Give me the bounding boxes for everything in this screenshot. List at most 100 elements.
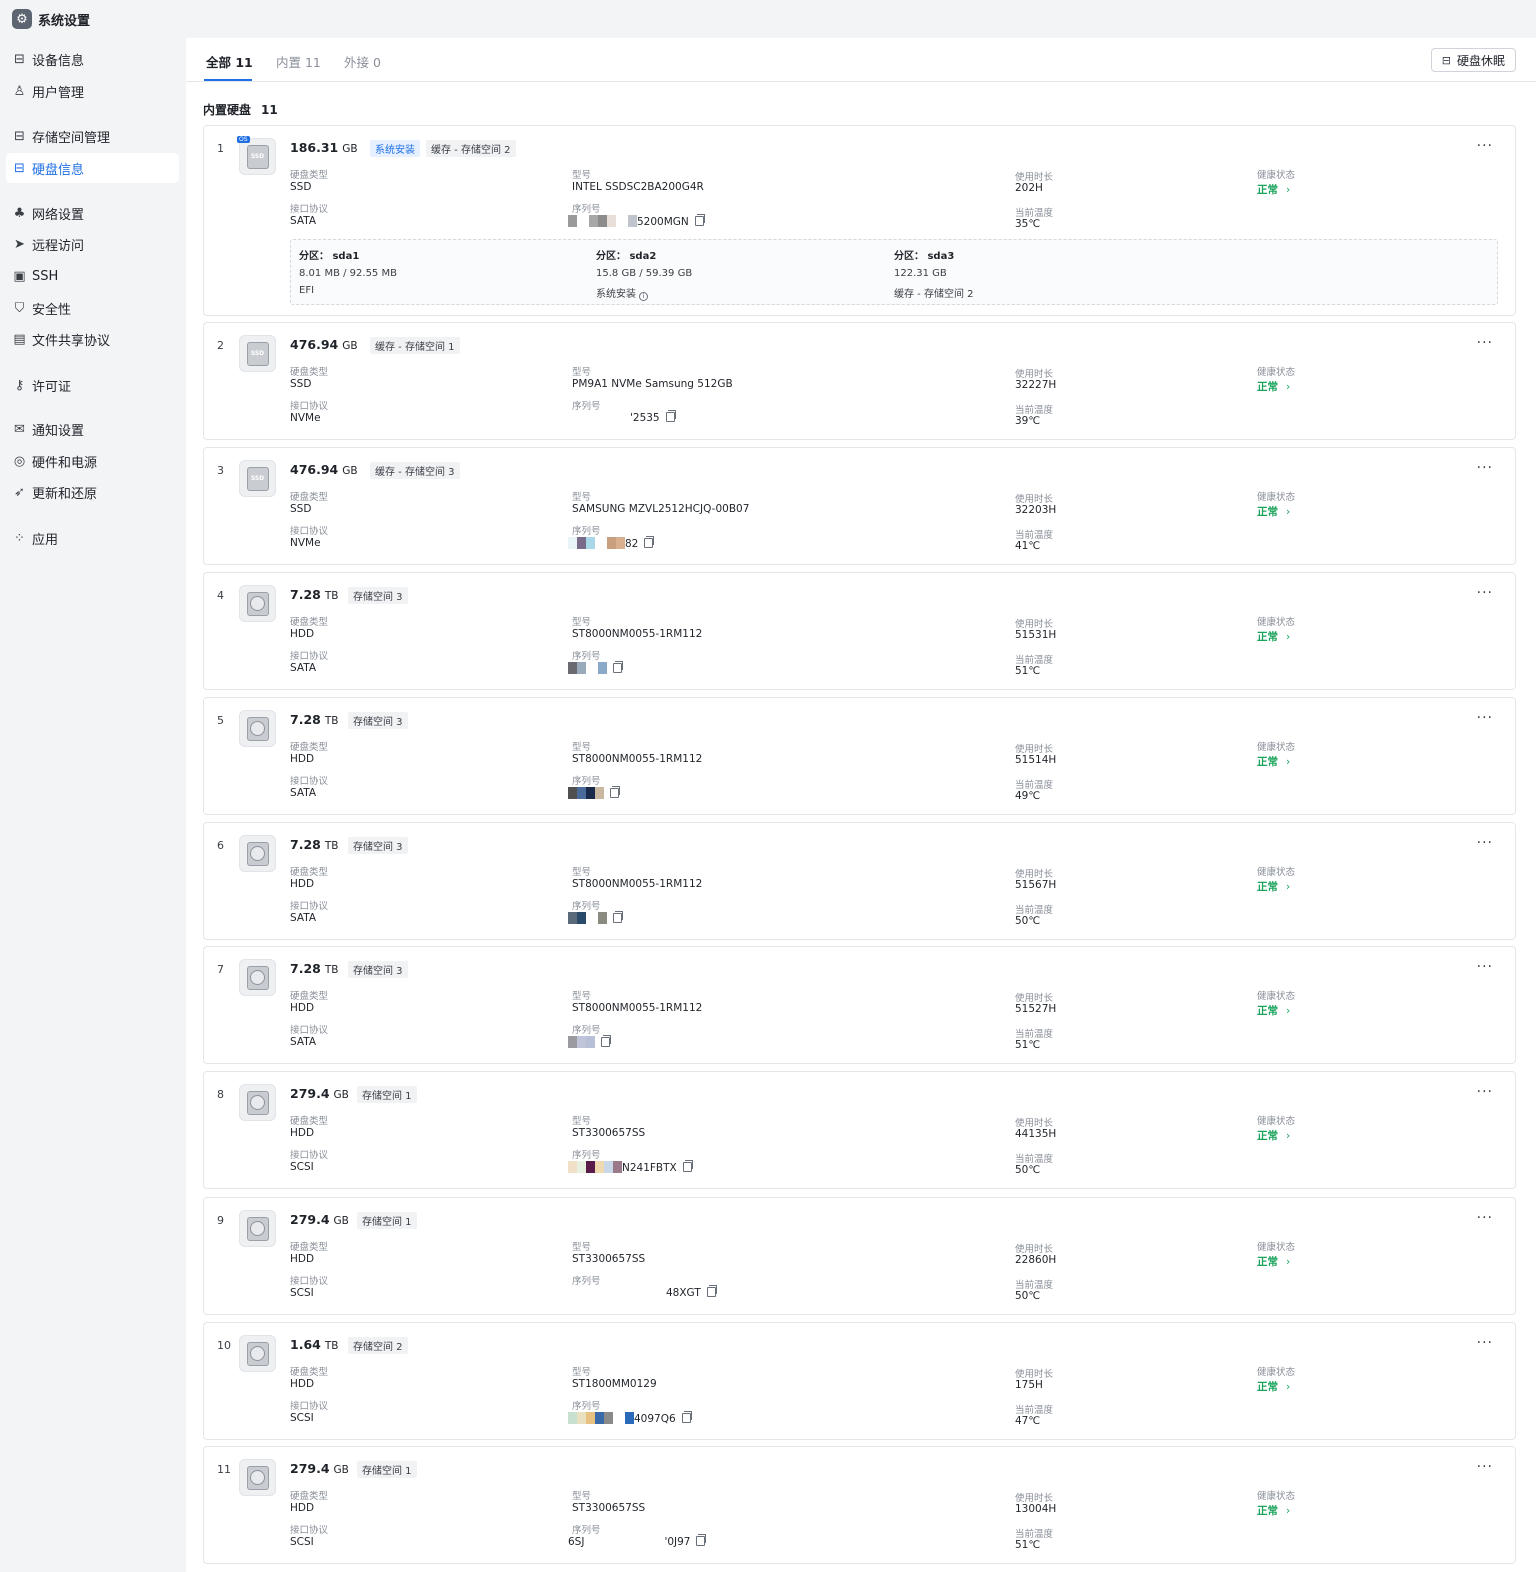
sidebar-item-6[interactable]: ➤ 远程访问 (6, 229, 179, 259)
tab-internal[interactable]: 内置 11 (276, 52, 321, 71)
disk-index: 1 (217, 142, 224, 155)
disk-sleep-button[interactable]: ⊟ 硬盘休眠 (1430, 48, 1516, 72)
usage-value: 32203H (1015, 504, 1057, 516)
serial-label: 序列号 (572, 1025, 601, 1036)
protocol-label: 接口协议 (290, 901, 329, 912)
sidebar-item-10[interactable]: ⚷ 许可证 (6, 370, 179, 400)
sidebar-item-12[interactable]: ◎ 硬件和电源 (6, 446, 179, 476)
disk-card: 10 1.64 TB 存储空间 2 ··· 硬盘类型 HDD 接口协议 SCSI 型号 ST1800… (203, 1322, 1516, 1440)
more-options-icon[interactable]: ··· (1477, 835, 1493, 851)
health-status-link[interactable]: 正常 › (1257, 1254, 1290, 1269)
sidebar-item-13[interactable]: ➶ 更新和还原 (6, 477, 179, 507)
redaction-block (586, 912, 598, 924)
redaction-block (613, 1412, 625, 1424)
more-options-icon[interactable]: ··· (1477, 959, 1493, 975)
disk-tags: 存储空间 1 (357, 1212, 417, 1229)
disk-tags: 存储空间 3 (348, 587, 408, 604)
more-options-icon[interactable]: ··· (1477, 1335, 1493, 1351)
more-options-icon[interactable]: ··· (1477, 1210, 1493, 1226)
redaction-block (604, 1161, 613, 1173)
copy-icon[interactable] (696, 1534, 707, 1546)
protocol-label: 接口协议 (290, 1025, 329, 1036)
redaction-block (568, 537, 577, 549)
health-status-link[interactable]: 正常 › (1257, 1379, 1290, 1394)
partition-title: 分区： sda2 (596, 251, 657, 262)
type-label: 硬盘类型 (290, 742, 329, 753)
more-options-icon[interactable]: ··· (1477, 335, 1493, 351)
sidebar-item-2[interactable]: ♙ 用户管理 (6, 76, 179, 106)
usage-label: 使用时长 (1015, 369, 1054, 380)
redaction-block (568, 1036, 577, 1048)
ssd-icon: SSD (239, 460, 276, 497)
copy-icon[interactable] (681, 1411, 692, 1423)
protocol-label: 接口协议 (290, 526, 329, 537)
temp-label: 当前温度 (1015, 1280, 1054, 1291)
disk-index: 10 (217, 1339, 231, 1352)
copy-icon[interactable] (613, 661, 623, 673)
redaction-block (598, 215, 607, 227)
info-icon[interactable]: i (639, 292, 648, 301)
health-label: 健康状态 (1257, 367, 1296, 378)
sidebar-item-11[interactable]: ✉ 通知设置 (6, 414, 179, 444)
more-options-icon[interactable]: ··· (1477, 138, 1493, 154)
copy-icon[interactable] (610, 786, 620, 798)
serial-label: 序列号 (572, 1525, 601, 1536)
disk-card: 2 SSD 476.94 GB 缓存 - 存储空间 1 ··· 硬盘类型 SSD 接口协议 NVM… (203, 322, 1516, 440)
sidebar-item-9[interactable]: ▤ 文件共享协议 (6, 324, 179, 354)
serial-label: 序列号 (572, 901, 601, 912)
more-options-icon[interactable]: ··· (1477, 585, 1493, 601)
redaction-block (577, 537, 586, 549)
redaction-block (613, 1161, 622, 1173)
copy-icon[interactable] (644, 536, 655, 548)
redaction-block (577, 787, 586, 799)
copy-icon[interactable] (706, 1285, 717, 1297)
health-status-link[interactable]: 正常 › (1257, 1003, 1290, 1018)
partition-item: 分区： sda2 15.8 GB / 59.39 GB 系统安装 i (596, 247, 692, 301)
type-label: 硬盘类型 (290, 1491, 329, 1502)
health-status-link[interactable]: 正常 › (1257, 629, 1290, 644)
chevron-right-icon: › (1286, 1130, 1291, 1142)
sidebar-item-7[interactable]: ▣ SSH (6, 261, 179, 291)
sidebar-item-14[interactable]: ⁘ 应用 (6, 523, 179, 553)
tab-external[interactable]: 外接 0 (344, 52, 381, 71)
chevron-right-icon: › (1286, 184, 1291, 196)
more-options-icon[interactable]: ··· (1477, 460, 1493, 476)
disk-tags: 存储空间 3 (348, 961, 408, 978)
temp-value: 41℃ (1015, 540, 1041, 552)
copy-icon[interactable] (682, 1160, 693, 1172)
drive-glyph (246, 965, 269, 990)
sidebar-item-3[interactable]: ⊟ 存储空间管理 (6, 121, 179, 151)
chevron-right-icon: › (1286, 506, 1291, 518)
copy-icon[interactable] (601, 1035, 611, 1047)
redaction-block (595, 787, 604, 799)
health-status-link[interactable]: 正常 › (1257, 879, 1290, 894)
redaction-block (628, 215, 637, 227)
network-icon: ♣ (13, 205, 26, 221)
sidebar-item-1[interactable]: ⊟ 设备信息 (6, 44, 179, 74)
health-status-link[interactable]: 正常 › (1257, 182, 1290, 197)
more-options-icon[interactable]: ··· (1477, 1459, 1493, 1475)
health-status-link[interactable]: 正常 › (1257, 379, 1290, 394)
more-options-icon[interactable]: ··· (1477, 1084, 1493, 1100)
more-options-icon[interactable]: ··· (1477, 710, 1493, 726)
copy-icon[interactable] (665, 410, 676, 422)
redaction-block (589, 215, 598, 227)
usage-label: 使用时长 (1015, 619, 1054, 630)
tab-all[interactable]: 全部 11 (206, 52, 253, 71)
temp-value: 35℃ (1015, 218, 1041, 230)
health-status-link[interactable]: 正常 › (1257, 1128, 1290, 1143)
disk-index: 8 (217, 1088, 224, 1101)
copy-icon[interactable] (694, 214, 705, 226)
type-value: HDD (290, 628, 315, 640)
health-status-link[interactable]: 正常 › (1257, 504, 1290, 519)
partition-note-row: EFI (299, 285, 397, 296)
sidebar-item-8[interactable]: ⛉ 安全性 (6, 293, 179, 323)
sidebar-item-5[interactable]: ♣ 网络设置 (6, 198, 179, 228)
health-status-link[interactable]: 正常 › (1257, 754, 1290, 769)
disk-tag: 存储空间 2 (348, 1337, 408, 1354)
health-status-link[interactable]: 正常 › (1257, 1503, 1290, 1518)
sidebar-item-4[interactable]: ⊟ 硬盘信息 (6, 153, 179, 183)
usage-label: 使用时长 (1015, 1118, 1054, 1129)
copy-icon[interactable] (613, 911, 623, 923)
sidebar-item-label: 文件共享协议 (32, 333, 111, 349)
